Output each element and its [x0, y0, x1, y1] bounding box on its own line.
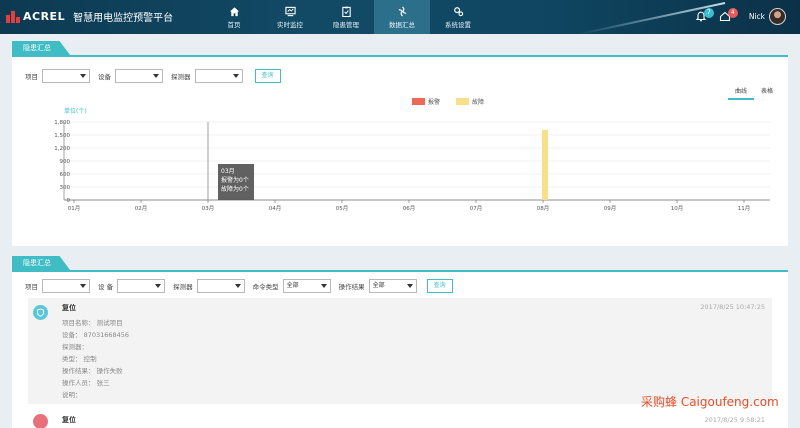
x-tick-label: 11月 [738, 205, 751, 212]
y-tick-label: 1,500 [54, 133, 70, 139]
y-tick-label: 1,200 [54, 146, 70, 152]
project-select-2[interactable] [42, 279, 90, 293]
x-tick-label: 03月 [202, 205, 215, 212]
event-status-dot [33, 414, 48, 428]
event-time: 2017/8/25 9:58:21 [704, 416, 765, 424]
event-field-detector: 探测器： [62, 343, 88, 351]
event-field-device: 设备： 87031668456 [62, 331, 130, 339]
event-title: 复位 [62, 416, 76, 424]
x-tick-label: 05月 [336, 205, 349, 212]
shield-icon [37, 308, 44, 317]
event-field-note: 说明： [62, 391, 82, 399]
event-filter-bar: 项目 设 备 探测器 命令类型 全部 操作结果 全部 查询 [25, 279, 453, 293]
y-unit-label: 单位(个) [64, 107, 87, 115]
y-tick-label: 300 [60, 185, 71, 191]
x-tick-label: 09月 [604, 205, 617, 212]
x-tick-label: 04月 [269, 205, 282, 212]
x-tick-label: 06月 [403, 205, 416, 212]
event-field-operator: 操作人员： 张三 [62, 379, 110, 387]
x-tick-label: 10月 [671, 205, 684, 212]
project-label-2: 项目 [25, 283, 38, 291]
device-select-2[interactable] [117, 279, 166, 293]
device-label-2: 设 备 [98, 283, 114, 291]
list-item[interactable]: 复位 2017/8/25 9:58:21 [28, 410, 772, 428]
y-tick-label: 0 [67, 198, 71, 204]
command-type-select[interactable]: 全部 [282, 279, 331, 293]
event-title: 复位 [62, 304, 76, 312]
operation-result-label: 操作结果 [338, 283, 365, 291]
x-tick-label: 08月 [537, 205, 550, 212]
y-tick-label: 900 [60, 159, 71, 165]
detector-select-2[interactable] [196, 279, 245, 293]
query-button-2[interactable]: 查询 [426, 279, 453, 293]
x-tick-label: 01月 [68, 205, 81, 212]
list-item[interactable]: 复位 2017/8/25 10:47:25 项目名称： 测试项目 设备： 870… [28, 298, 772, 404]
event-status-dot [33, 305, 48, 320]
event-field-result: 操作结果： 操作失败 [62, 367, 123, 375]
watermark: 采购蜂 Caigoufeng.com [641, 395, 779, 409]
x-tick-label: 02月 [135, 205, 148, 212]
x-tick-label: 07月 [470, 205, 483, 212]
chart-tooltip: 03月 报警为0个 故障为0个 [218, 164, 254, 200]
y-tick-label: 600 [60, 172, 71, 178]
detector-label-2: 探测器 [173, 283, 193, 291]
event-time: 2017/8/25 10:47:25 [700, 303, 765, 311]
tooltip-fault-line: 故障为0个 [221, 186, 249, 193]
y-tick-label: 1,800 [54, 120, 70, 126]
command-type-label: 命令类型 [252, 283, 279, 291]
bar [542, 129, 548, 200]
operation-result-select[interactable]: 全部 [368, 279, 417, 293]
event-field-type: 类型： 控制 [62, 355, 97, 363]
tooltip-title: 03月 [221, 168, 235, 175]
tooltip-alarm-line: 报警为0个 [221, 177, 249, 184]
event-field-project: 项目名称： 测试项目 [62, 319, 123, 327]
